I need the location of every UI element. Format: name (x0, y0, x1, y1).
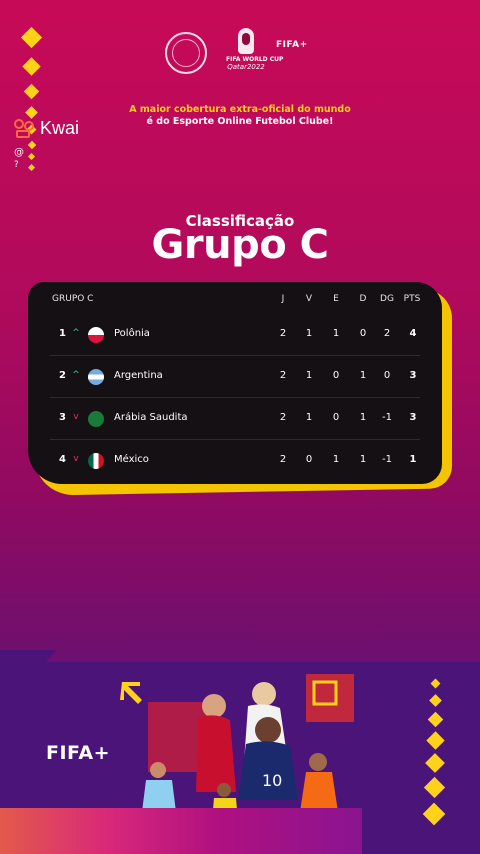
group-label: GRUPO C (52, 294, 94, 304)
kwai-icon (14, 118, 38, 139)
world-cup-title: FIFA WORLD CUP (226, 56, 284, 63)
club-logo (165, 32, 207, 74)
stat-d: 0 (359, 328, 367, 339)
standings-table: GRUPO C J V E D DG PTS 1 ^ Polônia 2 1 1… (28, 282, 452, 496)
fifa-logo: FIFA+ (46, 742, 110, 764)
stat-d: 1 (359, 454, 367, 465)
stat-v: 1 (305, 370, 313, 381)
stat-dg: -1 (382, 412, 392, 423)
stat-pts: 3 (409, 370, 417, 381)
stat-d: 1 (359, 412, 367, 423)
header-logos: FIFA WORLD CUP Qatar2022 FIFA+ (0, 28, 480, 88)
stat-d: 1 (359, 370, 367, 381)
team-name: Arábia Saudita (114, 412, 188, 423)
bottom-gradient-strip (0, 808, 362, 854)
fifa-logo-small: FIFA+ (276, 40, 308, 50)
stat-j: 2 (279, 412, 287, 423)
column-header: E (333, 294, 339, 304)
argentina-flag-icon (88, 369, 104, 385)
stat-pts: 3 (409, 412, 417, 423)
stat-pts: 4 (409, 328, 417, 339)
table-row: 3 v Arábia Saudita 2 1 0 1 -1 3 (28, 398, 442, 440)
saudi-arabia-flag-icon (88, 411, 104, 427)
column-header: V (305, 294, 313, 304)
stat-e: 0 (332, 412, 340, 423)
stat-v: 1 (305, 412, 313, 423)
kwai-user-handle: @ (14, 147, 24, 158)
table-row: 2 ^ Argentina 2 1 0 1 0 3 (28, 356, 442, 398)
column-header: D (359, 294, 367, 304)
team-name: Argentina (114, 370, 163, 381)
table-row: 1 ^ Polônia 2 1 1 0 2 4 (28, 314, 442, 356)
trend-down-icon: v (73, 412, 79, 422)
arrow-graphic-icon (120, 682, 142, 704)
players-artwork: 10 (120, 674, 354, 822)
stat-pts: 1 (409, 454, 417, 465)
table-header: GRUPO C J V E D DG PTS (28, 294, 442, 312)
position: 1 (59, 328, 66, 339)
position: 2 (59, 370, 66, 381)
trend-up-icon: ^ (72, 370, 80, 380)
stat-j: 2 (279, 454, 287, 465)
stat-v: 0 (305, 454, 313, 465)
stat-dg: 2 (383, 328, 391, 339)
stat-j: 2 (279, 370, 287, 381)
poland-flag-icon (88, 327, 104, 343)
team-name: Polônia (114, 328, 150, 339)
team-name: México (114, 454, 149, 465)
column-header: PTS (403, 294, 421, 304)
stat-j: 2 (279, 328, 287, 339)
kwai-brand: Kwai (40, 118, 80, 138)
world-cup-subtitle: Qatar2022 (227, 63, 265, 71)
world-cup-emblem-icon (238, 28, 254, 54)
column-header: DG (380, 294, 394, 304)
svg-text:10: 10 (262, 771, 282, 790)
tagline-line-1: A maior cobertura extra-oficial do mundo (129, 104, 351, 115)
stat-e: 1 (332, 454, 340, 465)
page-title: Grupo C (151, 222, 329, 268)
stat-e: 1 (332, 328, 340, 339)
stat-e: 0 (332, 370, 340, 381)
kwai-watermark: Kwai @ ? (14, 118, 79, 170)
kwai-id: ? (14, 160, 19, 170)
table-row: 4 v México 2 0 1 1 -1 1 (28, 440, 442, 482)
mexico-flag-icon (88, 453, 104, 469)
trend-down-icon: v (73, 454, 79, 464)
position: 3 (59, 412, 66, 423)
world-cup-logo: FIFA WORLD CUP Qatar2022 (226, 28, 284, 80)
stat-dg: -1 (382, 454, 392, 465)
column-header: J (281, 294, 285, 304)
trend-up-icon: ^ (72, 328, 80, 338)
stat-dg: 0 (383, 370, 391, 381)
stat-v: 1 (305, 328, 313, 339)
position: 4 (59, 454, 66, 465)
table-card: GRUPO C J V E D DG PTS 1 ^ Polônia 2 1 1… (28, 282, 442, 484)
